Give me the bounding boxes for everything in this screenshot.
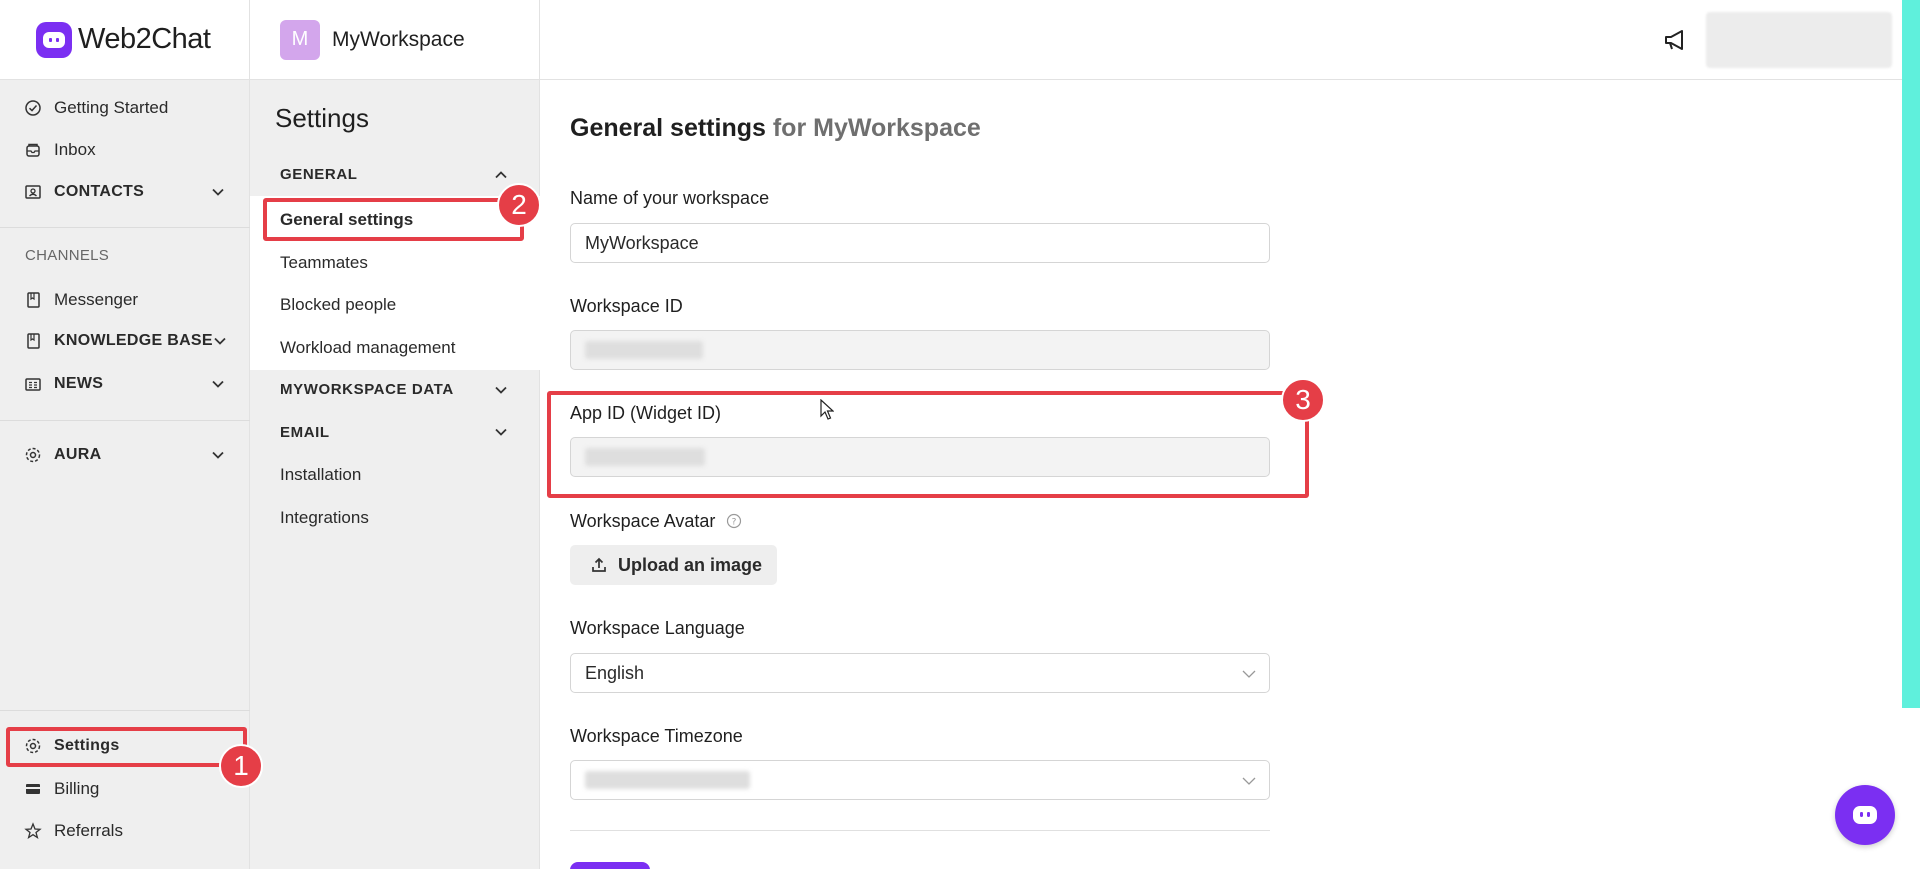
- sidebar-item-label: KNOWLEDGE BASE: [54, 332, 213, 349]
- workspace-language-select[interactable]: English: [570, 653, 1270, 693]
- sidebar-item-label: Getting Started: [54, 98, 169, 117]
- sidebar-item-label: Inbox: [54, 140, 96, 159]
- user-menu[interactable]: [1706, 12, 1892, 68]
- nav-general-settings[interactable]: General settings: [280, 210, 413, 230]
- chat-widget-button[interactable]: [1835, 785, 1895, 845]
- workspace-id-field[interactable]: [570, 330, 1270, 370]
- group-general[interactable]: GENERAL: [280, 166, 358, 183]
- page-title-main: General settings: [570, 114, 766, 142]
- brand[interactable]: Web2Chat: [0, 0, 249, 80]
- gear-icon: [24, 446, 42, 464]
- sidebar-item-label: CONTACTS: [54, 183, 145, 200]
- chevron-down-icon[interactable]: [493, 424, 509, 440]
- settings-panel: M MyWorkspace Settings GENERAL General s…: [250, 0, 540, 869]
- megaphone-icon[interactable]: [1662, 26, 1690, 54]
- chevron-down-icon[interactable]: [212, 333, 228, 349]
- group-myworkspace-data[interactable]: MYWORKSPACE DATA: [280, 381, 454, 398]
- sidebar-item-referrals[interactable]: Referrals: [24, 819, 123, 843]
- page-title: General settings for MyWorkspace: [570, 114, 981, 143]
- sidebar-item-knowledge-base[interactable]: KNOWLEDGE BASE: [24, 329, 213, 353]
- divider: [0, 710, 250, 711]
- group-email[interactable]: EMAIL: [280, 424, 330, 441]
- workspace-id-label: Workspace ID: [570, 296, 683, 316]
- brand-name: Web2Chat: [78, 23, 211, 55]
- workspace-avatar-label: Workspace Avatar ?: [570, 511, 742, 532]
- chevron-down-icon[interactable]: [210, 184, 226, 200]
- channels-label: CHANNELS: [25, 247, 110, 264]
- divider: [0, 420, 250, 421]
- workspace-timezone-select[interactable]: [570, 760, 1270, 800]
- redacted-value: [585, 341, 703, 359]
- workspace-name: MyWorkspace: [332, 27, 465, 51]
- sidebar-item-news[interactable]: NEWS: [24, 372, 103, 396]
- sidebar-item-messenger[interactable]: Messenger: [24, 288, 138, 312]
- contacts-icon: [24, 183, 42, 201]
- app-id-field[interactable]: [570, 437, 1270, 477]
- sidebar-item-inbox[interactable]: Inbox: [24, 138, 96, 162]
- main-sidebar: Web2Chat Getting Started Inbox CONTACTS …: [0, 0, 250, 869]
- language-value: English: [585, 662, 645, 683]
- svg-text:?: ?: [732, 518, 737, 528]
- form-divider: [570, 830, 1270, 831]
- divider: [0, 227, 250, 228]
- sidebar-item-label: AURA: [54, 446, 102, 463]
- gear-icon: [24, 737, 42, 755]
- workspace-name-input[interactable]: MyWorkspace: [570, 223, 1270, 263]
- sidebar-item-billing[interactable]: Billing: [24, 777, 99, 801]
- annotation-badge-2: 2: [497, 183, 541, 227]
- workspace-name-label: Name of your workspace: [570, 188, 770, 208]
- card-icon: [24, 780, 42, 798]
- upload-image-button[interactable]: Upload an image: [570, 545, 777, 585]
- nav-integrations[interactable]: Integrations: [280, 508, 369, 528]
- workspace-avatar-label-text: Workspace Avatar: [570, 511, 716, 531]
- redacted-value: [585, 771, 750, 789]
- settings-title: Settings: [275, 103, 369, 133]
- workspace-avatar: M: [280, 19, 320, 60]
- page-title-suffix: for MyWorkspace: [772, 114, 981, 142]
- annotation-badge-3: 3: [1281, 378, 1325, 422]
- inbox-icon: [24, 141, 42, 159]
- app-id-label: App ID (Widget ID): [570, 403, 722, 423]
- check-circle-icon: [24, 99, 42, 117]
- star-icon: [24, 822, 42, 840]
- nav-teammates[interactable]: Teammates: [280, 253, 368, 273]
- bookmark-icon: [24, 332, 42, 350]
- save-button[interactable]: [570, 862, 650, 869]
- web2chat-logo-icon: [36, 21, 72, 58]
- bookmark-icon: [24, 291, 42, 309]
- upload-image-label: Upload an image: [618, 554, 763, 575]
- redacted-value: [585, 448, 705, 466]
- workspace-timezone-label: Workspace Timezone: [570, 726, 743, 746]
- chatbot-icon: [1853, 806, 1877, 824]
- chevron-down-icon[interactable]: [210, 376, 226, 392]
- chevron-down-icon: [1242, 670, 1256, 678]
- help-icon[interactable]: ?: [726, 513, 742, 529]
- annotation-badge-1: 1: [219, 744, 263, 788]
- chevron-down-icon: [1242, 777, 1256, 785]
- edge-accent-strip: [1902, 0, 1920, 708]
- sidebar-item-label: Settings: [54, 737, 120, 754]
- sidebar-item-contacts[interactable]: CONTACTS: [24, 180, 144, 204]
- workspace-switcher[interactable]: M MyWorkspace: [250, 0, 539, 80]
- chevron-up-icon[interactable]: [493, 167, 509, 183]
- mouse-cursor-icon: [820, 399, 834, 420]
- nav-workload-management[interactable]: Workload management: [280, 338, 455, 358]
- workspace-language-label: Workspace Language: [570, 618, 745, 638]
- sidebar-item-label: Referrals: [54, 821, 123, 840]
- news-icon: [24, 375, 42, 393]
- chevron-down-icon[interactable]: [493, 382, 509, 398]
- sidebar-item-getting-started[interactable]: Getting Started: [24, 96, 168, 120]
- sidebar-item-label: Messenger: [54, 290, 139, 309]
- sidebar-item-settings[interactable]: Settings: [24, 734, 120, 758]
- sidebar-item-label: Billing: [54, 779, 100, 798]
- upload-icon: [590, 556, 608, 574]
- nav-installation[interactable]: Installation: [280, 465, 361, 485]
- sidebar-item-label: NEWS: [54, 375, 104, 392]
- chevron-down-icon[interactable]: [210, 447, 226, 463]
- nav-blocked-people[interactable]: Blocked people: [280, 295, 396, 315]
- sidebar-item-aura[interactable]: AURA: [24, 443, 101, 467]
